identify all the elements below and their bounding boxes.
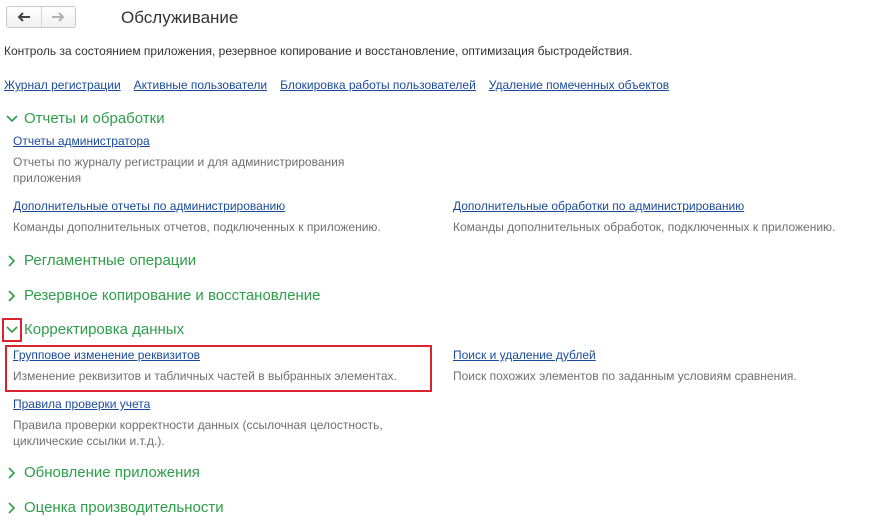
link-duplicates[interactable]: Поиск и удаление дублей <box>453 347 868 363</box>
item-description: Изменение реквизитов и табличных частей … <box>13 369 397 383</box>
item-extra-reports: Дополнительные отчеты по администрирован… <box>13 198 433 235</box>
section-title: Обновление приложения <box>24 464 200 481</box>
item-description: Поиск похожих элементов по заданным усло… <box>453 369 797 383</box>
link-extra-processing[interactable]: Дополнительные обработки по администриро… <box>453 198 868 214</box>
link-extra-reports[interactable]: Дополнительные отчеты по администрирован… <box>13 198 433 214</box>
section-routine-header[interactable]: Регламентные операции <box>5 251 196 271</box>
link-admin-reports[interactable]: Отчеты администратора <box>13 133 413 149</box>
item-group-change: Групповое изменение реквизитов Изменение… <box>13 347 428 384</box>
link-lock-users[interactable]: Блокировка работы пользователей <box>280 77 476 93</box>
forward-button[interactable] <box>40 7 76 27</box>
section-title: Отчеты и обработки <box>24 110 165 127</box>
section-title: Резервное копирование и восстановление <box>24 287 321 304</box>
item-description: Команды дополнительных обработок, подклю… <box>453 220 836 234</box>
nav-buttons <box>6 6 76 28</box>
chevron-down-icon <box>5 323 19 337</box>
section-title: Корректировка данных <box>24 321 185 338</box>
item-description: Команды дополнительных отчетов, подключе… <box>13 220 381 234</box>
top-links: Журнал регистрации Активные пользователи… <box>4 77 682 93</box>
chevron-right-icon <box>5 254 19 268</box>
chevron-right-icon <box>5 289 19 303</box>
link-group-change[interactable]: Групповое изменение реквизитов <box>13 347 428 363</box>
item-duplicates: Поиск и удаление дублей Поиск похожих эл… <box>453 347 868 384</box>
item-description: Отчеты по журналу регистрации и для адми… <box>13 155 345 185</box>
section-performance-header[interactable]: Оценка производительности <box>5 498 224 518</box>
item-description: Правила проверки корректности данных (сс… <box>13 418 383 448</box>
section-title: Регламентные операции <box>24 252 197 269</box>
arrow-left-icon <box>17 12 30 22</box>
back-button[interactable] <box>7 7 41 27</box>
page-description: Контроль за состоянием приложения, резер… <box>4 44 633 58</box>
link-accounting-rules[interactable]: Правила проверки учета <box>13 396 423 412</box>
link-event-log[interactable]: Журнал регистрации <box>4 77 121 93</box>
arrow-right-icon <box>52 12 65 22</box>
item-extra-processing: Дополнительные обработки по администриро… <box>453 198 868 235</box>
section-title: Оценка производительности <box>24 499 224 516</box>
section-data-correction-header[interactable]: Корректировка данных <box>5 320 184 340</box>
chevron-right-icon <box>5 501 19 515</box>
section-backup-header[interactable]: Резервное копирование и восстановление <box>5 286 321 306</box>
link-delete-marked[interactable]: Удаление помеченных объектов <box>489 77 669 93</box>
item-admin-reports: Отчеты администратора Отчеты по журналу … <box>13 133 413 186</box>
chevron-down-icon <box>5 112 19 126</box>
section-update-header[interactable]: Обновление приложения <box>5 463 200 483</box>
link-active-users[interactable]: Активные пользователи <box>134 77 267 93</box>
page-title: Обслуживание <box>121 8 239 27</box>
item-accounting-rules: Правила проверки учета Правила проверки … <box>13 396 423 449</box>
section-reports-header[interactable]: Отчеты и обработки <box>5 109 165 129</box>
chevron-right-icon <box>5 466 19 480</box>
